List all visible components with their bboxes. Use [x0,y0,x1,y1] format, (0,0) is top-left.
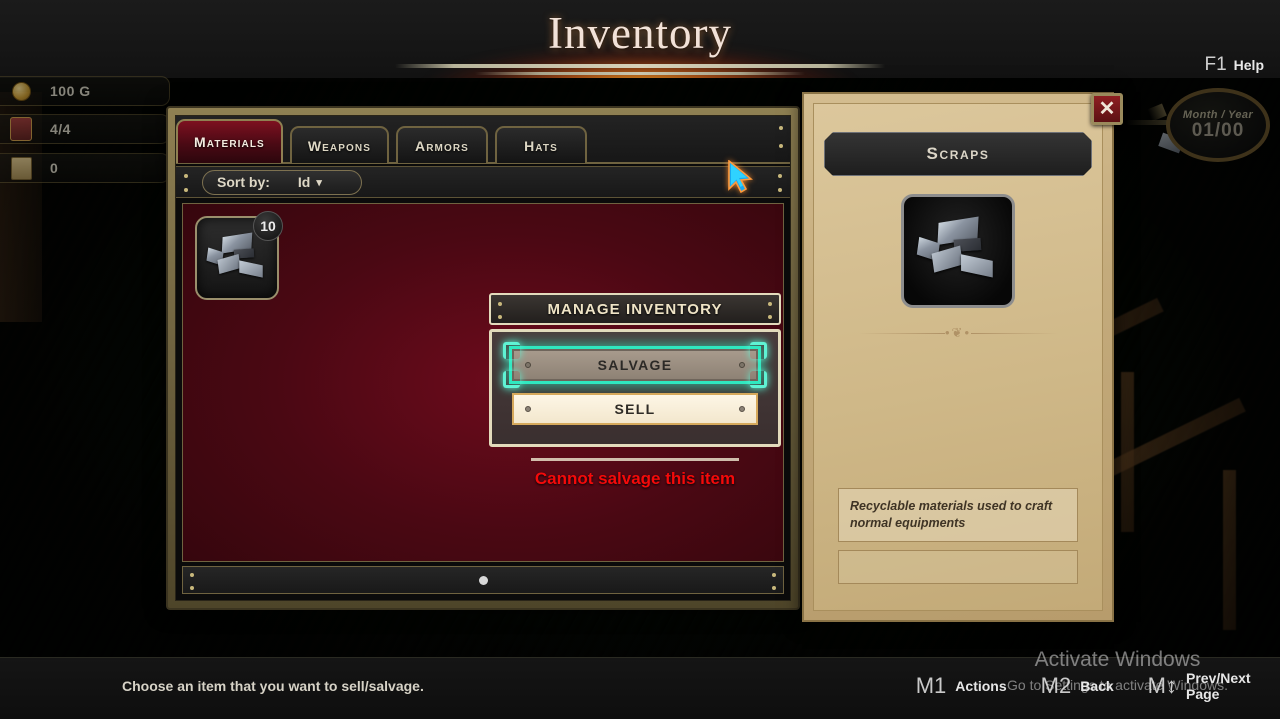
sort-by-value-group: Id ▾ [298,174,322,190]
key-hint-back[interactable]: M2 Back [1041,673,1114,699]
title-divider [395,64,885,68]
key-hint-actions[interactable]: M1 Actions [916,673,1007,699]
error-message: Cannot salvage this item [534,469,736,488]
coin-icon [4,77,38,105]
help-label: Help [1233,57,1264,73]
sell-button[interactable]: SELL [512,393,758,425]
key-hint-page[interactable]: M↕ Prev/Next Page [1148,670,1252,702]
ornament-divider: •❦• [858,325,1058,340]
tab-weapons[interactable]: Weapons [289,126,389,163]
rivet-group [190,573,194,590]
selection-corner-icon [503,371,520,388]
sell-button-label: SELL [614,401,656,417]
tab-hats[interactable]: Hats [494,126,587,163]
page-title: Inventory [548,8,732,58]
tab-armors[interactable]: Armors [395,126,488,163]
salvage-button-label: SALVAGE [597,357,673,373]
bullet-icon [525,362,531,368]
sort-by-label: Sort by: [217,174,270,190]
item-stats-box [838,550,1078,584]
rivet-group [184,174,188,192]
rivet-group [768,302,772,319]
rivet-group [772,573,776,590]
sort-bar: Sort by: Id ▾ [176,166,790,198]
selection-corner-icon [503,342,520,359]
hud-gold-value: 100 G [50,83,91,99]
sort-by-dropdown[interactable]: Sort by: Id ▾ [202,169,362,195]
tab-materials[interactable]: Materials [176,119,283,163]
item-quantity-badge: 10 [253,211,283,241]
key-hint-key: M1 [915,673,947,699]
close-icon[interactable]: ✕ [1091,93,1123,125]
help-hint[interactable]: F1 Help [1204,54,1264,76]
salvage-button[interactable]: SALVAGE [503,342,767,388]
calendar-dial: Month / Year 01/00 [1166,88,1270,162]
hud-party-value: 4/4 [50,121,71,137]
dialog-body: SALVAGE SELL [489,329,781,447]
key-hint-key: M2 [1040,673,1072,699]
rivet-group [778,174,782,192]
party-icon [4,115,38,143]
game-screen: Inventory F1 Help 100 G 4/4 0 Month / Ye… [0,0,1280,719]
key-hints: M1 Actions M2 Back M↕ Prev/Next Page [916,670,1252,702]
key-hint-key: M↕ [1147,673,1177,699]
selection-corner-icon [750,371,767,388]
item-slot-scraps[interactable]: 10 [195,211,283,300]
bullet-icon [739,362,745,368]
bullet-icon [525,406,531,412]
bottom-bar: Choose an item that you want to sell/sal… [0,657,1280,719]
title-divider-secondary [475,72,805,75]
key-hint-label: Prev/Next Page [1186,670,1251,703]
hud-quests: 0 [0,153,170,183]
calendar-spoke [1147,103,1167,122]
manage-inventory-dialog: MANAGE INVENTORY SALVAGE SELL [489,293,781,461]
dialog-title: MANAGE INVENTORY [489,293,781,325]
calendar-value: 01/00 [1191,119,1245,141]
item-detail-panel: Scraps •❦• Recyclable materials used to … [802,92,1114,622]
rivet-group [779,126,783,148]
status-text: Choose an item that you want to sell/sal… [122,678,424,694]
selection-corner-icon [750,342,767,359]
hud-gold: 100 G [0,76,170,106]
item-detail-paper: Scraps •❦• Recyclable materials used to … [813,103,1103,611]
scraps-item-icon [916,216,1000,285]
bullet-icon [739,406,745,412]
hud-calendar: Month / Year 01/00 [1126,84,1274,168]
tab-bar: Materials Weapons Armors Hats [176,116,790,164]
item-detail-icon-frame [901,194,1015,308]
item-detail-title: Scraps [824,132,1092,176]
hud-quests-value: 0 [50,160,59,176]
key-hint-label: Back [1080,678,1114,695]
help-key: F1 [1204,54,1227,75]
dialog-baseline [531,458,739,461]
hud-party: 4/4 [0,114,170,144]
sort-by-value: Id [297,174,311,190]
top-banner: Inventory [0,0,1280,78]
page-indicator-bar[interactable] [182,566,784,594]
scraps-item-icon [206,232,268,283]
scroll-icon [4,154,38,182]
rivet-group [498,302,502,319]
item-description: Recyclable materials used to craft norma… [838,488,1078,542]
chevron-down-icon: ▾ [316,176,322,189]
page-dot[interactable] [478,575,488,585]
key-hint-label: Actions [955,678,1007,695]
